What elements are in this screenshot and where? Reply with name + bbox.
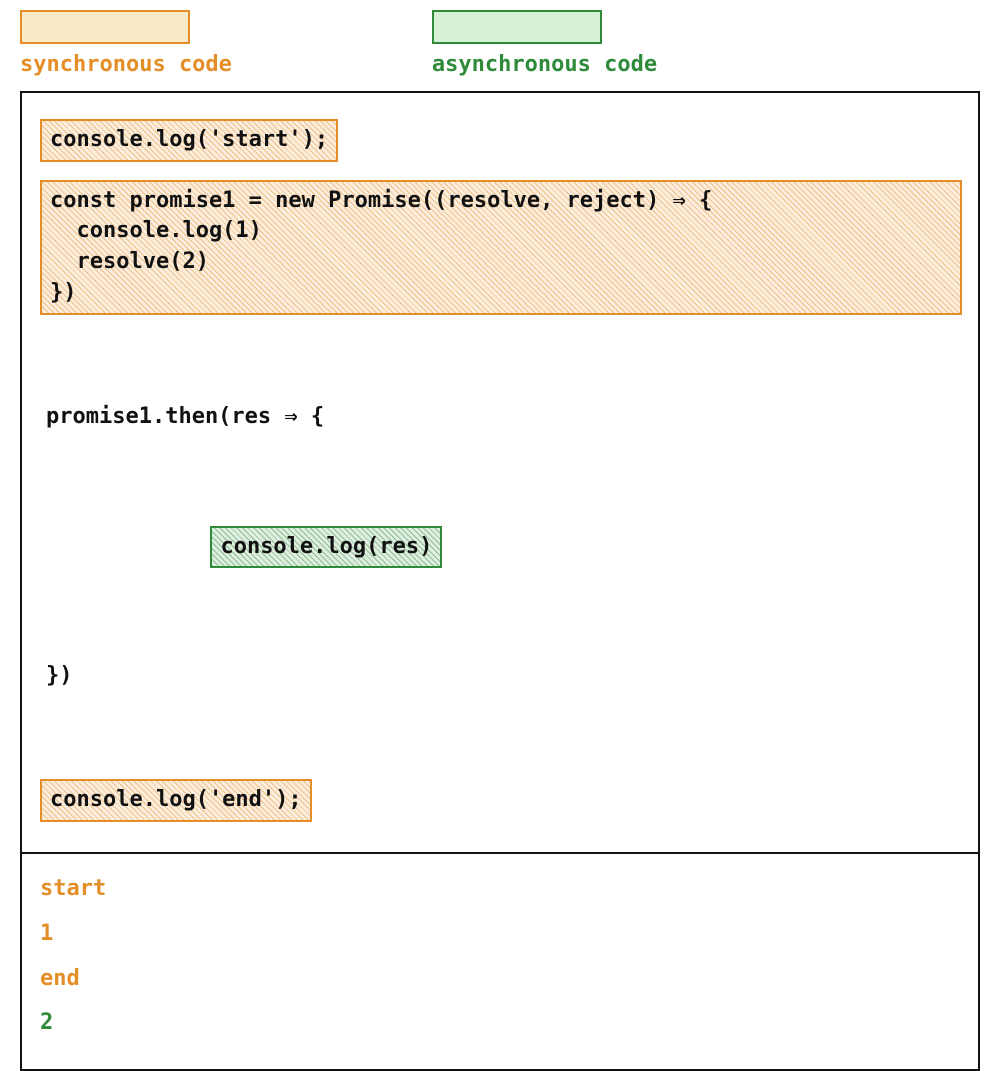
highlight-sync-start: console.log('start'); bbox=[40, 119, 338, 162]
output-area: start 1 end 2 bbox=[22, 854, 978, 1069]
main-box: console.log('start'); const promise1 = n… bbox=[20, 91, 980, 1071]
output-line-2: end bbox=[40, 964, 960, 995]
legend-sync-label: synchronous code bbox=[20, 50, 232, 81]
highlight-sync-end: console.log('end'); bbox=[40, 779, 312, 822]
legend-sync: synchronous code bbox=[20, 10, 232, 81]
output-line-0: start bbox=[40, 874, 960, 905]
diagram-root: synchronous code asynchronous code conso… bbox=[0, 0, 1000, 888]
legend-async-swatch bbox=[432, 10, 602, 44]
then-close-line: }) bbox=[46, 661, 960, 692]
legend: synchronous code asynchronous code bbox=[20, 10, 980, 81]
output-line-1: 1 bbox=[40, 919, 960, 950]
legend-async-label: asynchronous code bbox=[432, 50, 657, 81]
highlight-sync-promise-block: const promise1 = new Promise((resolve, r… bbox=[40, 180, 962, 315]
code-row-promise: const promise1 = new Promise((resolve, r… bbox=[40, 180, 960, 315]
legend-sync-swatch bbox=[20, 10, 190, 44]
code-area: console.log('start'); const promise1 = n… bbox=[22, 93, 978, 854]
code-row-end: console.log('end'); bbox=[40, 779, 960, 822]
then-body-wrapper: console.log(res) bbox=[78, 495, 960, 599]
legend-async: asynchronous code bbox=[432, 10, 657, 81]
output-line-3: 2 bbox=[40, 1008, 960, 1039]
code-row-then: promise1.then(res ⇒ { console.log(res) }… bbox=[46, 341, 960, 753]
highlight-async-then-body: console.log(res) bbox=[210, 526, 442, 569]
code-row-start: console.log('start'); bbox=[40, 119, 960, 162]
then-open-line: promise1.then(res ⇒ { bbox=[46, 402, 960, 433]
